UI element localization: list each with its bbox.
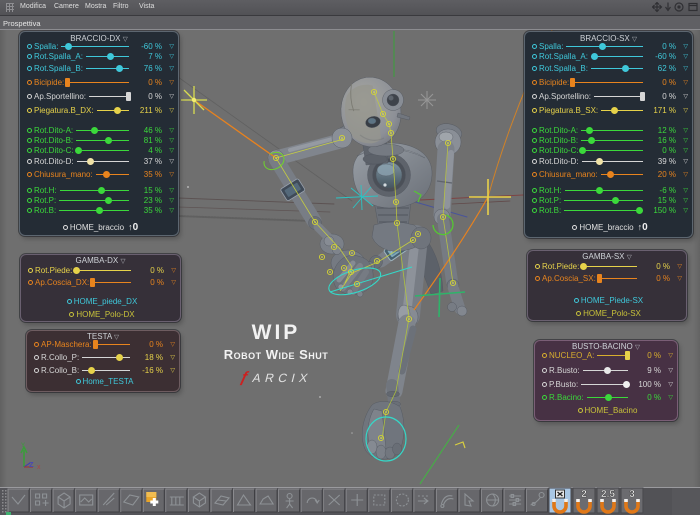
svg-text:Z: Z xyxy=(29,460,34,469)
svg-text:3: 3 xyxy=(629,489,635,500)
svg-text:Y: Y xyxy=(21,443,25,449)
svg-text:2: 2 xyxy=(581,489,587,500)
svg-text:x: x xyxy=(37,464,41,471)
svg-text:2.5: 2.5 xyxy=(601,489,615,500)
